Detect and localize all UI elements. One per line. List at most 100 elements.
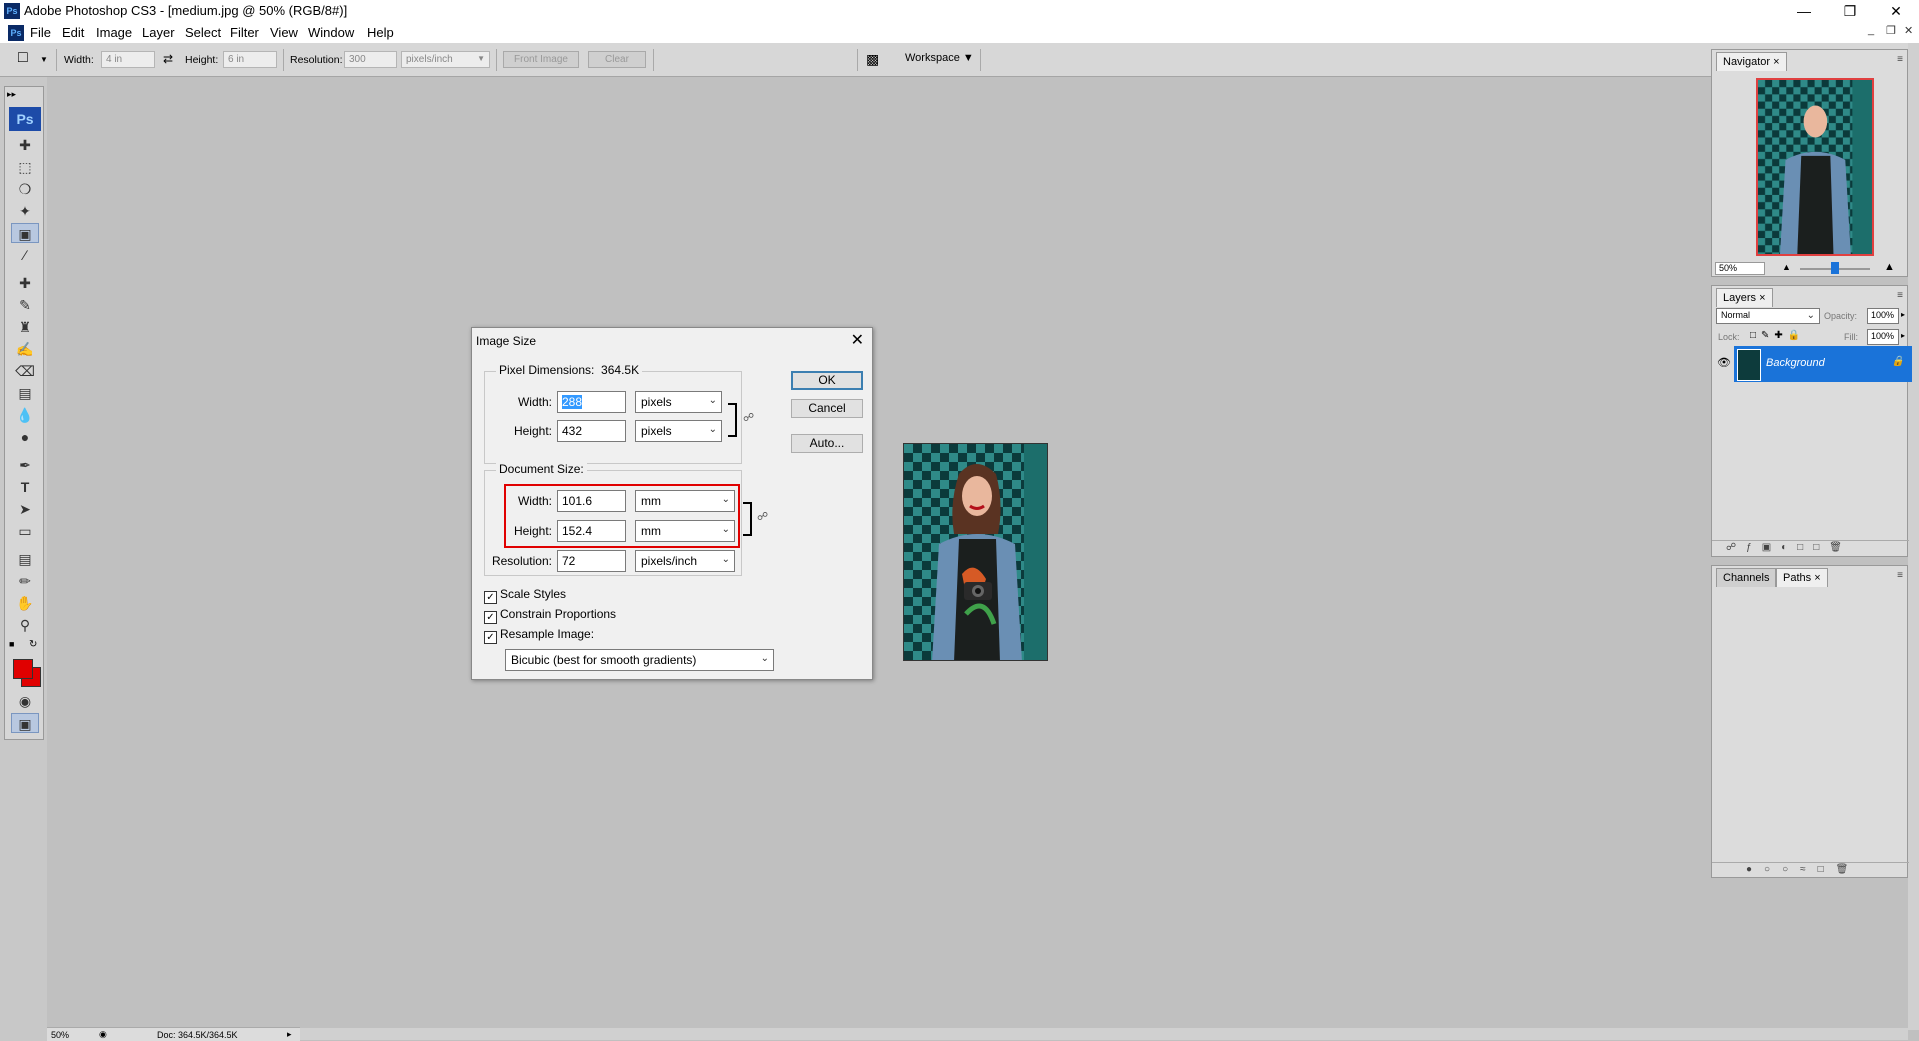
blur-tool-icon[interactable]: 💧 — [11, 405, 39, 425]
scale-styles-checkbox[interactable]: ✓ Scale Styles — [484, 587, 566, 604]
maximize-icon[interactable]: ❐ — [1827, 0, 1873, 22]
zoom-out-icon[interactable]: ▲ — [1782, 262, 1791, 272]
doc-resolution-input[interactable]: 72 — [557, 550, 626, 572]
blend-mode-select[interactable]: Normal ⌄ — [1716, 308, 1820, 324]
navigator-thumbnail[interactable] — [1756, 78, 1874, 256]
doc-minimize-icon[interactable]: _ — [1868, 24, 1874, 36]
screen-mode-icon[interactable]: ▣ — [11, 713, 39, 733]
crop-tool-icon[interactable]: □ — [18, 49, 28, 67]
eraser-tool-icon[interactable]: ⌫ — [11, 361, 39, 381]
zoom-tool-icon[interactable]: ⚲ — [11, 615, 39, 635]
fill-arrow-icon[interactable]: ▸ — [1901, 331, 1905, 340]
marquee-tool-icon[interactable]: ⬚ — [11, 157, 39, 177]
dodge-tool-icon[interactable]: ● — [11, 427, 39, 447]
tab-channels[interactable]: Channels — [1716, 568, 1777, 587]
path-actions-icons[interactable]: ●○○≈□🗑 — [1746, 864, 1860, 875]
menu-image[interactable]: Image — [96, 25, 132, 40]
width-field[interactable]: 4 in — [101, 51, 155, 68]
layer-row-background[interactable]: Background 🔒 — [1734, 346, 1912, 382]
magic-wand-tool-icon[interactable]: ✦ — [11, 201, 39, 221]
height-field[interactable]: 6 in — [223, 51, 277, 68]
doc-height-input[interactable]: 152.4 — [557, 520, 626, 542]
panel-menu-icon[interactable]: ≡ — [1897, 570, 1903, 581]
brush-tool-icon[interactable]: ✎ — [11, 295, 39, 315]
clear-button[interactable]: Clear — [588, 51, 646, 68]
px-width-input[interactable]: 288 — [557, 391, 626, 413]
tab-paths[interactable]: Paths × — [1776, 568, 1828, 587]
menu-edit[interactable]: Edit — [62, 25, 84, 40]
doc-width-unit-select[interactable]: mm ⌄ — [635, 490, 735, 512]
panel-menu-icon[interactable]: ≡ — [1897, 290, 1903, 301]
quick-mask-icon[interactable]: ◉ — [11, 691, 39, 711]
tool-preset-dropdown-icon[interactable]: ▼ — [40, 55, 48, 64]
opacity-arrow-icon[interactable]: ▸ — [1901, 310, 1905, 319]
menu-select[interactable]: Select — [185, 25, 221, 40]
document-icon[interactable]: Ps — [8, 25, 24, 41]
swap-colors-icon[interactable]: ↻ — [29, 639, 37, 650]
px-height-unit-select[interactable]: pixels ⌄ — [635, 420, 722, 442]
cancel-button[interactable]: Cancel — [791, 399, 863, 418]
resolution-unit-select[interactable]: pixels/inch ▼ — [401, 51, 490, 68]
history-brush-tool-icon[interactable]: ✍ — [11, 339, 39, 359]
auto-button[interactable]: Auto... — [791, 434, 863, 453]
minimize-icon[interactable]: — — [1781, 0, 1827, 22]
collapse-toolbox-icon[interactable]: ▸▸ — [7, 89, 16, 100]
opacity-field[interactable]: 100% — [1867, 308, 1899, 324]
navigator-zoom-field[interactable]: 50% — [1715, 262, 1765, 275]
crop-tool-icon[interactable]: ▣ — [11, 223, 39, 243]
type-tool-icon[interactable]: T — [11, 477, 39, 497]
doc-restore-icon[interactable]: ❐ — [1886, 24, 1896, 37]
close-icon[interactable]: ✕ — [1873, 0, 1919, 22]
px-height-input[interactable]: 432 — [557, 420, 626, 442]
swap-dimensions-icon[interactable]: ⇄ — [163, 52, 173, 66]
tab-navigator[interactable]: Navigator × — [1716, 52, 1787, 71]
status-zoom[interactable]: 50% — [51, 1030, 69, 1040]
menu-view[interactable]: View — [270, 25, 298, 40]
resample-method-select[interactable]: Bicubic (best for smooth gradients) ⌄ — [505, 649, 774, 671]
horizontal-scrollbar[interactable] — [300, 1028, 1908, 1040]
shape-tool-icon[interactable]: ▭ — [11, 521, 39, 541]
fill-field[interactable]: 100% — [1867, 329, 1899, 345]
zoom-slider-thumb[interactable] — [1831, 262, 1839, 274]
tab-layers[interactable]: Layers × — [1716, 288, 1773, 307]
path-selection-tool-icon[interactable]: ➤ — [11, 499, 39, 519]
menu-filter[interactable]: Filter — [230, 25, 259, 40]
visibility-eye-icon[interactable]: 👁 — [1717, 356, 1731, 369]
status-arrow-icon[interactable]: ▸ — [287, 1029, 292, 1040]
notes-tool-icon[interactable]: ▤ — [11, 549, 39, 569]
resample-image-checkbox[interactable]: ✓ Resample Image: — [484, 627, 594, 644]
resolution-field[interactable]: 300 — [344, 51, 397, 68]
constrain-proportions-checkbox[interactable]: ✓ Constrain Proportions — [484, 607, 616, 624]
px-width-unit-select[interactable]: pixels ⌄ — [635, 391, 722, 413]
dialog-close-icon[interactable]: ✕ — [851, 330, 864, 350]
doc-close-icon[interactable]: ✕ — [1904, 24, 1913, 37]
workspace-menu[interactable]: Workspace ▼ — [905, 52, 974, 64]
foreground-color-swatch[interactable] — [13, 659, 33, 679]
lock-icons[interactable]: □✎✚🔒 — [1750, 330, 1805, 341]
vertical-scrollbar[interactable] — [1908, 580, 1919, 1030]
status-options-icon[interactable]: ◉ — [99, 1029, 107, 1040]
doc-width-input[interactable]: 101.6 — [557, 490, 626, 512]
menu-file[interactable]: File — [30, 25, 51, 40]
palette-well-icon[interactable]: ▩ — [866, 51, 879, 68]
lasso-tool-icon[interactable]: ❍ — [11, 179, 39, 199]
zoom-in-icon[interactable]: ▲ — [1884, 261, 1895, 273]
panel-menu-icon[interactable]: ≡ — [1897, 54, 1903, 65]
eyedropper-tool-icon[interactable]: ✏ — [11, 571, 39, 591]
healing-brush-tool-icon[interactable]: ✚ — [11, 273, 39, 293]
move-tool-icon[interactable]: ✚ — [11, 135, 39, 155]
layer-actions-icons[interactable]: ☍ƒ▣◐□□🗑 — [1726, 542, 1852, 553]
default-colors-icon[interactable]: ■ — [9, 639, 14, 649]
menu-help[interactable]: Help — [367, 25, 394, 40]
document-canvas-image[interactable] — [903, 443, 1048, 661]
doc-resolution-unit-select[interactable]: pixels/inch ⌄ — [635, 550, 735, 572]
menu-window[interactable]: Window — [308, 25, 354, 40]
menu-layer[interactable]: Layer — [142, 25, 175, 40]
pen-tool-icon[interactable]: ✒ — [11, 455, 39, 475]
clone-stamp-tool-icon[interactable]: ♜ — [11, 317, 39, 337]
doc-height-unit-select[interactable]: mm ⌄ — [635, 520, 735, 542]
front-image-button[interactable]: Front Image — [503, 51, 579, 68]
gradient-tool-icon[interactable]: ▤ — [11, 383, 39, 403]
ok-button[interactable]: OK — [791, 371, 863, 390]
hand-tool-icon[interactable]: ✋ — [11, 593, 39, 613]
